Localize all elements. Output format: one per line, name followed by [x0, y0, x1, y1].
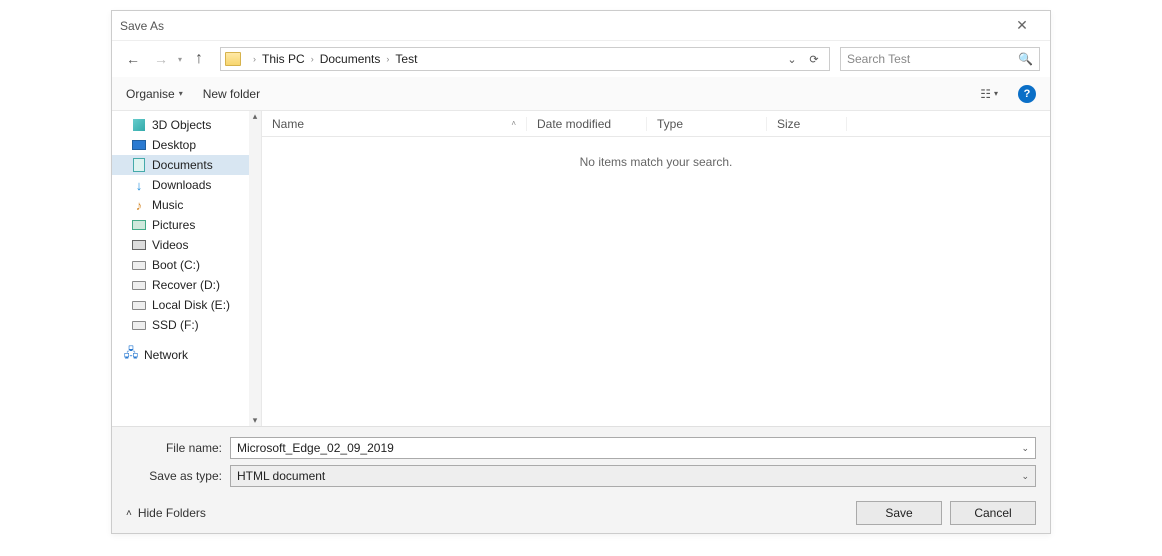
search-placeholder: Search Test [847, 52, 910, 66]
network-icon: 🖧 [124, 348, 138, 362]
address-bar[interactable]: › This PC › Documents › Test ⌄ ⟳ [220, 47, 830, 71]
filetype-select[interactable]: HTML document ⌄ [230, 465, 1036, 487]
tree-item-music[interactable]: ♪ Music [112, 195, 261, 215]
chevron-down-icon: ▾ [994, 89, 998, 98]
tree-item-3d-objects[interactable]: 3D Objects [112, 115, 261, 135]
up-arrow-icon[interactable]: ↑ [188, 48, 210, 70]
search-icon: 🔍 [1018, 52, 1033, 66]
address-dropdown-icon[interactable]: ⌄ [781, 53, 803, 66]
chevron-down-icon[interactable]: ⌄ [1021, 443, 1029, 454]
tree-label: SSD (F:) [152, 318, 199, 332]
tree-label: Music [152, 198, 183, 212]
hide-folders-label: Hide Folders [138, 506, 206, 520]
filename-label: File name: [126, 441, 222, 455]
chevron-right-icon: › [311, 54, 314, 64]
chevron-down-icon[interactable]: ⌄ [1021, 471, 1029, 482]
breadcrumb-segment[interactable]: Documents [320, 52, 381, 66]
download-icon: ↓ [132, 178, 146, 192]
filetype-label: Save as type: [126, 469, 222, 483]
breadcrumb-segment[interactable]: This PC [262, 52, 305, 66]
column-header-type[interactable]: Type [647, 117, 767, 131]
forward-arrow-icon[interactable]: → [150, 48, 172, 70]
breadcrumb-segment[interactable]: Test [395, 52, 417, 66]
tree-label: Pictures [152, 218, 195, 232]
tree-item-recover[interactable]: Recover (D:) [112, 275, 261, 295]
drive-icon [132, 298, 146, 312]
organise-button[interactable]: Organise ▾ [126, 87, 183, 101]
tree-scrollbar[interactable]: ▴ ▾ [249, 111, 261, 426]
column-header-size[interactable]: Size [767, 117, 847, 131]
document-icon [132, 158, 146, 172]
bottom-bar: ˄ Hide Folders Save Cancel [112, 493, 1050, 533]
tree-item-desktop[interactable]: Desktop [112, 135, 261, 155]
body-area: 3D Objects Desktop Documents ↓Downloads … [112, 111, 1050, 426]
hide-folders-button[interactable]: ˄ Hide Folders [126, 506, 206, 520]
tree-item-boot[interactable]: Boot (C:) [112, 255, 261, 275]
save-as-dialog: Save As ✕ ← → ▾ ↑ › This PC › Documents … [111, 10, 1051, 534]
tree-item-documents[interactable]: Documents [112, 155, 261, 175]
tree-label: Boot (C:) [152, 258, 200, 272]
column-header-date[interactable]: Date modified [527, 117, 647, 131]
filetype-value: HTML document [237, 469, 325, 483]
tree-label: Network [144, 348, 188, 362]
navbar: ← → ▾ ↑ › This PC › Documents › Test ⌄ ⟳… [112, 41, 1050, 77]
cancel-button[interactable]: Cancel [950, 501, 1036, 525]
scroll-up-icon[interactable]: ▴ [253, 111, 258, 122]
window-title: Save As [120, 19, 164, 33]
video-icon [132, 238, 146, 252]
drive-icon [132, 318, 146, 332]
tree-item-pictures[interactable]: Pictures [112, 215, 261, 235]
refresh-icon[interactable]: ⟳ [803, 53, 825, 66]
column-header-name[interactable]: Name ˄ [262, 117, 527, 131]
chevron-up-icon: ˄ [126, 508, 132, 519]
tree-label: Documents [152, 158, 213, 172]
view-options-button[interactable]: ☷ ▾ [980, 87, 998, 101]
chevron-down-icon: ▾ [179, 89, 183, 98]
tree-item-downloads[interactable]: ↓ Downloads [112, 175, 261, 195]
tree-label: Videos [152, 238, 188, 252]
tree-item-videos[interactable]: Videos [112, 235, 261, 255]
picture-icon [132, 218, 146, 232]
toolbar: Organise ▾ New folder ☷ ▾ ? [112, 77, 1050, 111]
new-folder-button[interactable]: New folder [203, 87, 260, 101]
back-arrow-icon[interactable]: ← [122, 48, 144, 70]
scroll-down-icon[interactable]: ▾ [253, 415, 258, 426]
desktop-icon [132, 138, 146, 152]
titlebar: Save As ✕ [112, 11, 1050, 41]
file-list-area: Name ˄ Date modified Type Size No items … [262, 111, 1050, 426]
music-icon: ♪ [132, 198, 146, 212]
drive-icon [132, 278, 146, 292]
save-button[interactable]: Save [856, 501, 942, 525]
tree-item-network[interactable]: 🖧 Network [112, 345, 261, 365]
history-caret-icon[interactable]: ▾ [178, 55, 182, 64]
tree-item-ssd[interactable]: SSD (F:) [112, 315, 261, 335]
cube-icon [132, 118, 146, 132]
chevron-right-icon: › [386, 54, 389, 64]
search-input[interactable]: Search Test 🔍 [840, 47, 1040, 71]
close-icon[interactable]: ✕ [1002, 17, 1042, 34]
filename-value: Microsoft_Edge_02_09_2019 [237, 441, 394, 455]
tree-label: Local Disk (E:) [152, 298, 230, 312]
view-icon: ☷ [980, 87, 991, 101]
drive-icon [132, 258, 146, 272]
folder-icon [225, 52, 241, 66]
help-icon[interactable]: ? [1018, 85, 1036, 103]
empty-list-message: No items match your search. [262, 137, 1050, 169]
filename-input[interactable]: Microsoft_Edge_02_09_2019 ⌄ [230, 437, 1036, 459]
sort-caret-icon: ˄ [511, 119, 516, 128]
new-folder-label: New folder [203, 87, 260, 101]
organise-label: Organise [126, 87, 175, 101]
tree-label: Downloads [152, 178, 211, 192]
tree-label: 3D Objects [152, 118, 211, 132]
column-headers: Name ˄ Date modified Type Size [262, 111, 1050, 137]
folder-tree[interactable]: 3D Objects Desktop Documents ↓Downloads … [112, 111, 262, 426]
tree-label: Recover (D:) [152, 278, 220, 292]
tree-item-local-disk[interactable]: Local Disk (E:) [112, 295, 261, 315]
chevron-right-icon: › [253, 54, 256, 64]
save-fields: File name: Microsoft_Edge_02_09_2019 ⌄ S… [112, 426, 1050, 493]
tree-label: Desktop [152, 138, 196, 152]
